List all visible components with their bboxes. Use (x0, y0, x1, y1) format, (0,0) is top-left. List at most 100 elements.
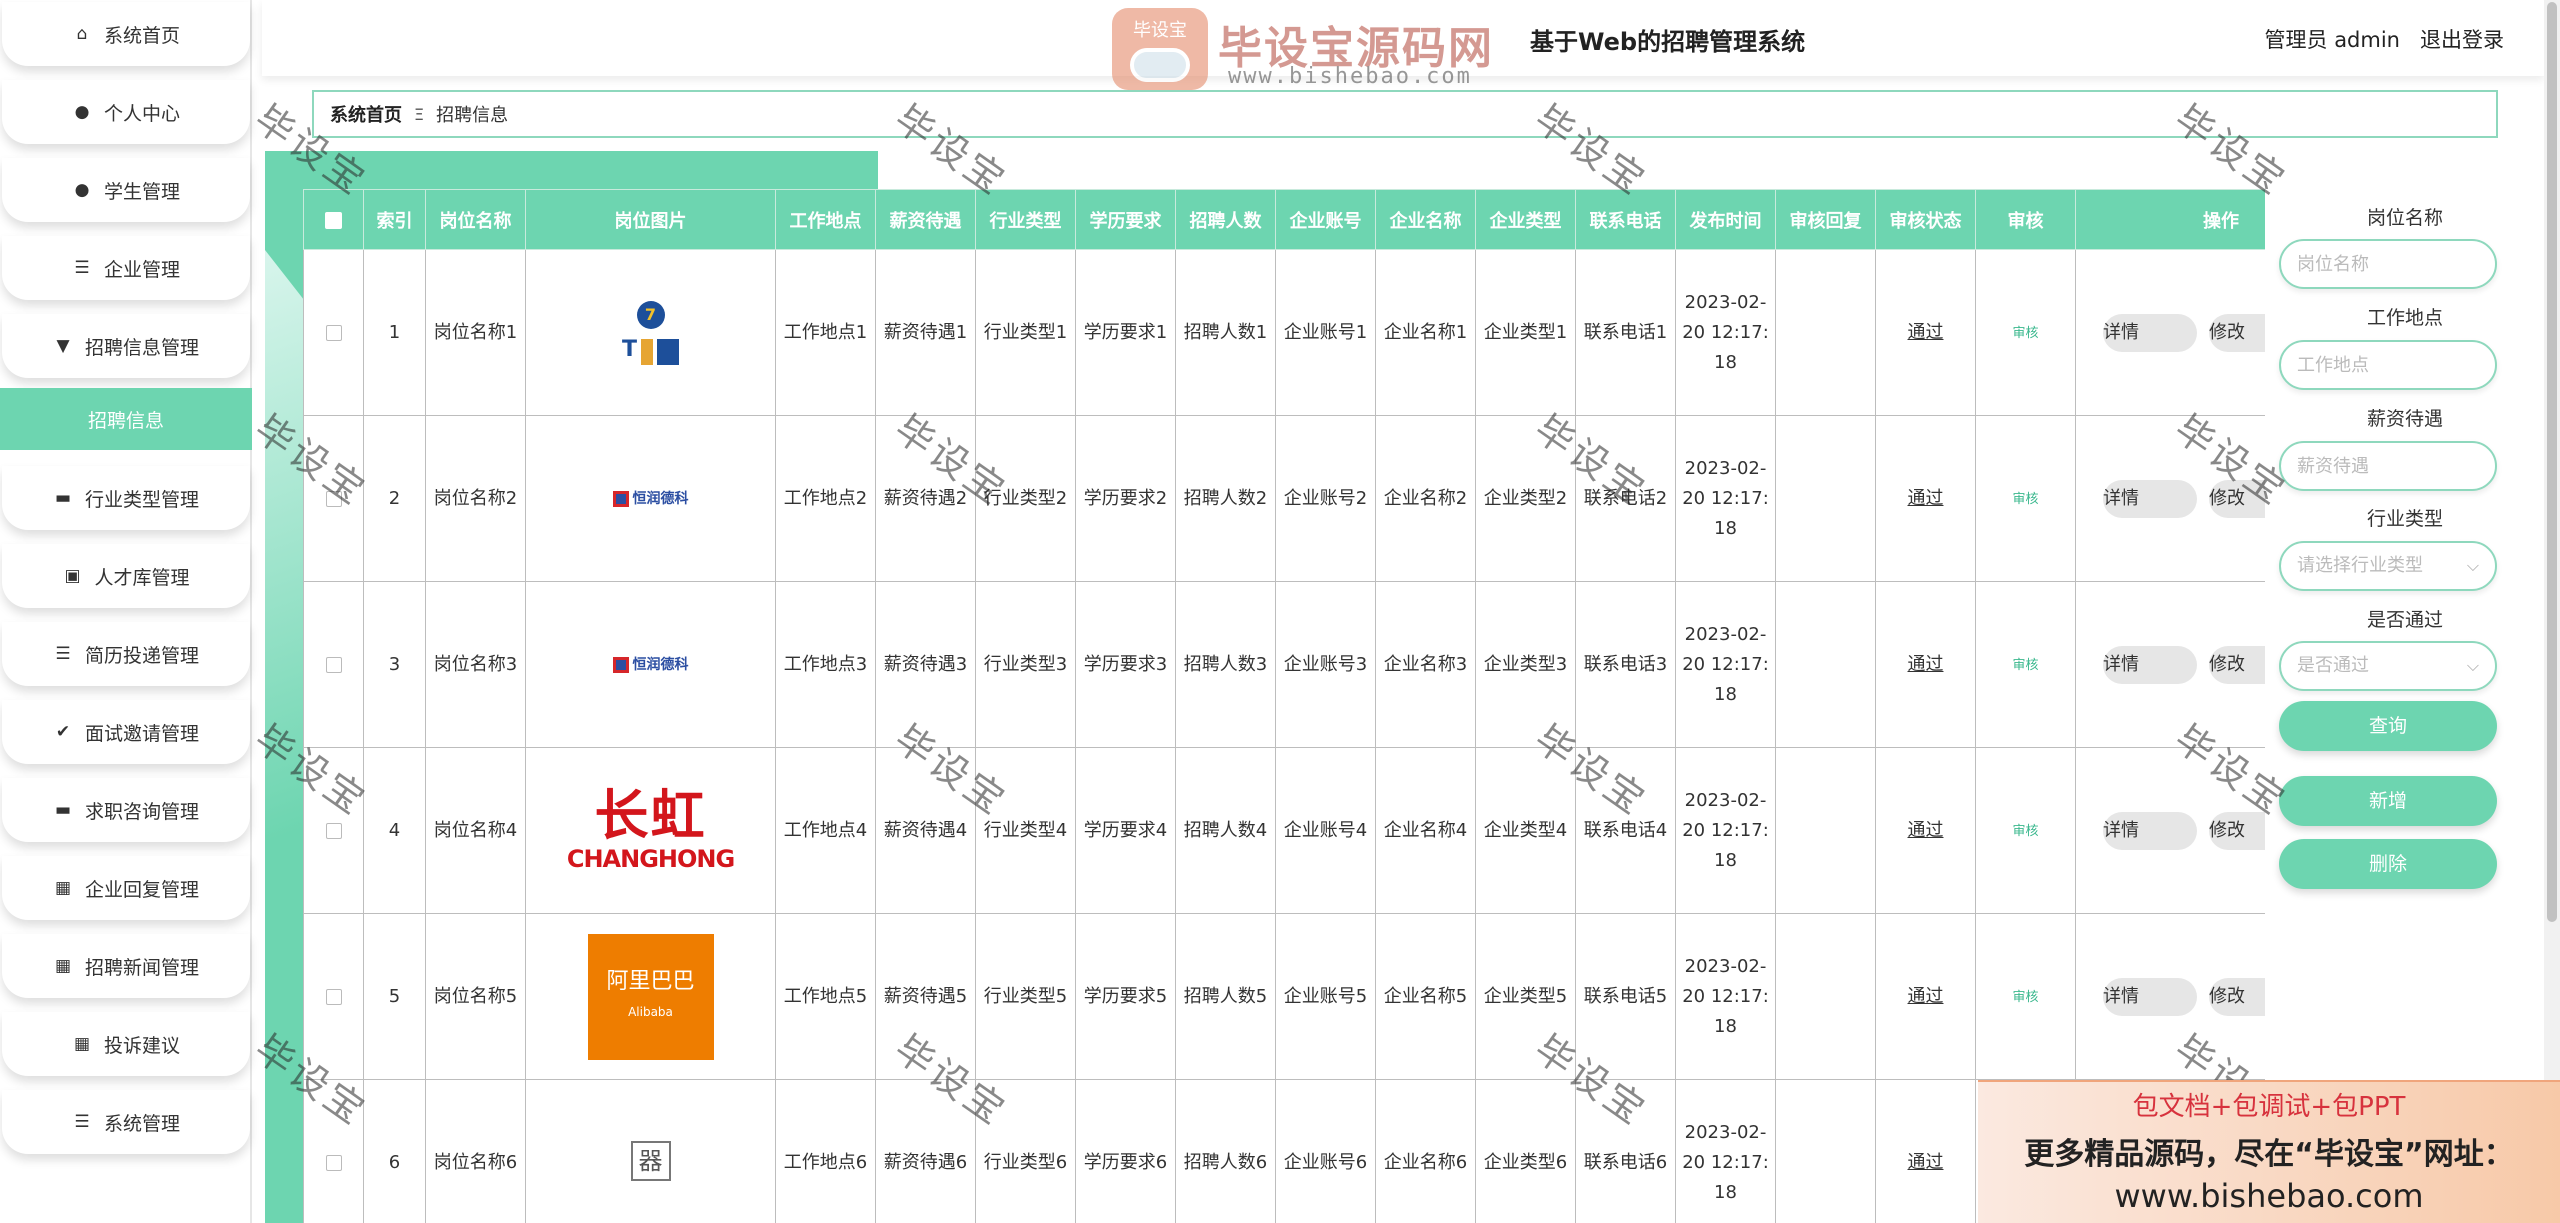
sidebar-item[interactable]: ▬ 求职咨询管理 (2, 778, 250, 842)
cell-reply (1775, 913, 1876, 1080)
salary-input[interactable] (2279, 441, 2497, 491)
cell-count: 招聘人数5 (1175, 913, 1276, 1080)
pass-select[interactable]: 是否通过 ⌵ (2279, 641, 2497, 691)
add-button[interactable]: 新增 (2279, 776, 2497, 826)
cell-index: 3 (363, 581, 426, 748)
cell-company: 企业名称4 (1375, 747, 1476, 914)
row-checkbox[interactable] (325, 1154, 342, 1171)
grid-icon: ▦ (54, 956, 72, 976)
cell-industry: 行业类型3 (975, 581, 1076, 748)
detail-button[interactable]: 详情 (2103, 313, 2197, 352)
row-checkbox[interactable] (325, 656, 342, 673)
row-checkbox[interactable] (325, 324, 342, 341)
logo-mark: 器 (630, 1140, 671, 1181)
place-input[interactable] (2279, 340, 2497, 390)
status-badge: 通过 (1907, 819, 1944, 841)
sidebar: ⌂ 系统首页 ● 个人中心 ● 学生管理 ☰ 企业管理 ▼ 招聘信息管理招聘信息 ▬ 行业类型管理 ▣ 人… (0, 0, 252, 1223)
audit-link[interactable]: 审核 (2012, 990, 2038, 1005)
cell-salary: 薪资待遇2 (875, 415, 976, 582)
edit-button[interactable]: 修改 (2209, 313, 2265, 352)
audit-link[interactable]: 审核 (2012, 326, 2038, 341)
cell-time: 2023-02-20 12:17:18 (1675, 249, 1776, 416)
decorative-band-top (265, 151, 878, 189)
cell-place: 工作地点6 (775, 1079, 876, 1223)
sidebar-item[interactable]: ▬ 行业类型管理 (2, 466, 250, 530)
sidebar-item[interactable]: ▦ 招聘新闻管理 (2, 934, 250, 998)
detail-button[interactable]: 详情 (2103, 1143, 2197, 1182)
status-badge: 通过 (1907, 1151, 1944, 1173)
edit-button[interactable]: 修改 (2209, 977, 2265, 1016)
sidebar-item-label: 求职咨询管理 (84, 800, 199, 823)
sidebar-item[interactable]: 招聘信息 (0, 388, 252, 450)
edit-button[interactable]: 修改 (2209, 645, 2265, 684)
column-header: 发布时间 (1675, 189, 1776, 250)
breadcrumb-home[interactable]: 系统首页 (330, 101, 402, 127)
edit-button[interactable]: 修改 (2209, 811, 2265, 850)
row-checkbox[interactable] (325, 490, 342, 507)
sidebar-item[interactable]: ● 学生管理 (2, 158, 250, 222)
cell-image: 器 (525, 1079, 776, 1223)
scrollbar-thumb[interactable] (2547, 2, 2557, 922)
audit-link[interactable]: 审核 (2012, 1156, 2038, 1171)
logout-link[interactable]: 退出登录 (2420, 24, 2504, 54)
sidebar-item-label: 招聘信息 (87, 409, 164, 432)
page-scrollbar[interactable] (2544, 0, 2560, 1223)
sidebar-item-label: 系统管理 (103, 1112, 180, 1135)
cell-industry: 行业类型4 (975, 747, 1076, 914)
cell-status: 通过 (1875, 1079, 1976, 1223)
table-row: 3 岗位名称3 恒润德科 工作地点3 薪资待遇3 行业类型3 学历要求3 招聘人数3 企业账号3… (303, 581, 2265, 748)
edit-button[interactable]: 修改 (2209, 1143, 2265, 1182)
table-row: 1 岗位名称1 7 T 工作地点1 薪资待遇1 行业类型1 学历要求1 招聘人数1 企业账号1 企业… (303, 249, 2265, 416)
delete-button[interactable]: 删除 (2279, 839, 2497, 889)
sidebar-item-label: 面试邀请管理 (84, 722, 199, 745)
sidebar-item[interactable]: ▣ 人才库管理 (2, 544, 250, 608)
pass-label: 是否通过 (2366, 609, 2443, 631)
cell-index: 4 (363, 747, 426, 914)
row-select-cell (303, 415, 364, 582)
sidebar-item[interactable]: ☰ 企业管理 (2, 236, 250, 300)
cell-audit: 审核 (1975, 747, 2076, 914)
detail-button[interactable]: 详情 (2103, 479, 2197, 518)
row-checkbox[interactable] (325, 988, 342, 1005)
sidebar-item[interactable]: ⌂ 系统首页 (2, 2, 250, 66)
cell-status: 通过 (1875, 913, 1976, 1080)
sidebar-item[interactable]: ▦ 投诉建议 (2, 1012, 250, 1076)
query-button[interactable]: 查询 (2279, 701, 2497, 751)
user-area: 管理员 admin 退出登录 (2265, 24, 2504, 54)
sidebar-item[interactable]: ▼ 招聘信息管理 (2, 314, 250, 378)
audit-link[interactable]: 审核 (2012, 492, 2038, 507)
select-all-checkbox[interactable] (325, 211, 342, 229)
sidebar-item[interactable]: ▦ 企业回复管理 (2, 856, 250, 920)
sidebar-item[interactable]: ☰ 系统管理 (2, 1090, 250, 1154)
row-checkbox[interactable] (325, 822, 342, 839)
table-row: 2 岗位名称2 恒润德科 工作地点2 薪资待遇2 行业类型2 学历要求2 招聘人数2 企业账号2… (303, 415, 2265, 582)
edit-button[interactable]: 修改 (2209, 479, 2265, 518)
status-badge: 通过 (1907, 321, 1944, 343)
sidebar-item[interactable]: ✔ 面试邀请管理 (2, 700, 250, 764)
detail-button[interactable]: 详情 (2103, 977, 2197, 1016)
logo-text-cn: 长虹 (594, 783, 707, 847)
column-header: 联系电话 (1575, 189, 1676, 250)
cell-name: 岗位名称1 (425, 249, 526, 416)
row-select-cell (303, 581, 364, 748)
logo-text: 恒润德科 (632, 656, 689, 673)
detail-button[interactable]: 详情 (2103, 645, 2197, 684)
sidebar-item[interactable]: ● 个人中心 (2, 80, 250, 144)
job-name-input[interactable] (2279, 239, 2497, 289)
cell-ctype: 企业类型1 (1475, 249, 1576, 416)
industry-select[interactable]: 请选择行业类型 ⌵ (2279, 541, 2497, 591)
detail-button[interactable]: 详情 (2103, 811, 2197, 850)
audit-link[interactable]: 审核 (2012, 658, 2038, 673)
cell-company: 企业名称5 (1375, 913, 1476, 1080)
cell-name: 岗位名称3 (425, 581, 526, 748)
cell-status: 通过 (1875, 747, 1976, 914)
cell-name: 岗位名称4 (425, 747, 526, 914)
audit-link[interactable]: 审核 (2012, 824, 2038, 839)
cell-time: 2023-02-20 12:17:18 (1675, 581, 1776, 748)
admin-user-label[interactable]: 管理员 admin (2265, 24, 2400, 54)
sidebar-item[interactable]: ☰ 简历投递管理 (2, 622, 250, 686)
cell-salary: 薪资待遇4 (875, 747, 976, 914)
sidebar-item-label: 学生管理 (103, 180, 180, 203)
cell-edu: 学历要求5 (1075, 913, 1176, 1080)
cell-status: 通过 (1875, 415, 1976, 582)
